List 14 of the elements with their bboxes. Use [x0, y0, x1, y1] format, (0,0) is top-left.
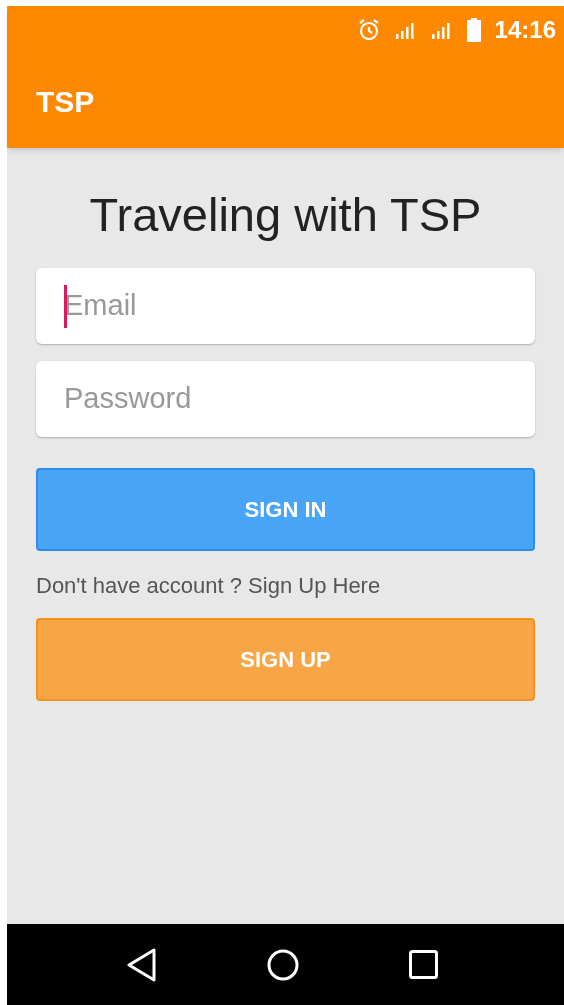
status-time: 14:16 [494, 15, 556, 45]
signal-icon [430, 20, 453, 40]
sign-up-button[interactable]: SIGN UP [36, 617, 535, 701]
battery-icon [466, 18, 481, 42]
home-icon[interactable] [267, 948, 299, 981]
signal-icon [394, 20, 417, 40]
back-icon[interactable] [127, 947, 157, 982]
sign-up-prompt: Don't have account ? Sign Up Here [36, 572, 381, 598]
text-field[interactable]: Password [36, 360, 535, 437]
sign-in-button[interactable]: SIGN IN [36, 467, 535, 551]
app-title: TSP [36, 83, 95, 120]
recent-apps-icon[interactable] [409, 950, 438, 979]
text-field[interactable]: Email [36, 267, 535, 344]
page-heading: Traveling with TSP [88, 187, 483, 243]
